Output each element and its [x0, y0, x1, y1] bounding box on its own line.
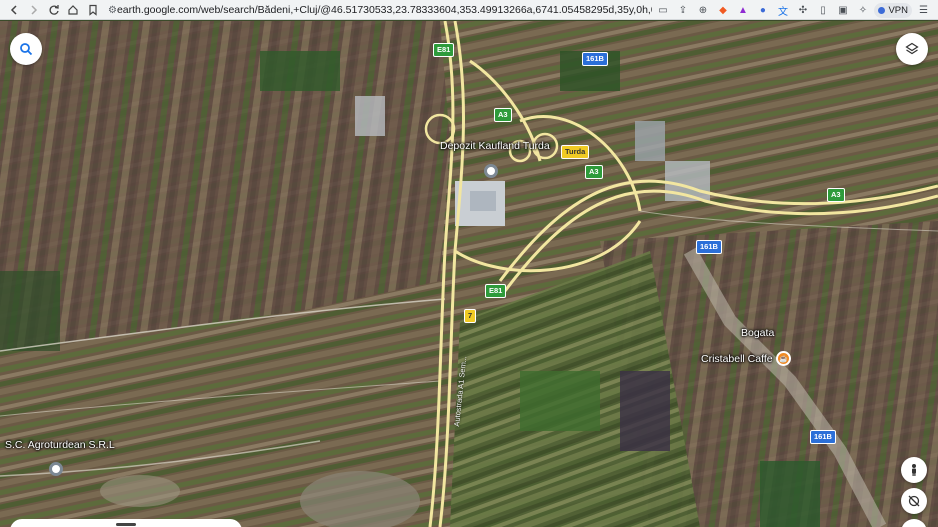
sidebar-icon[interactable]: ▯ [814, 2, 831, 19]
back-icon[interactable] [4, 0, 24, 20]
leo-icon[interactable]: ✧ [854, 2, 871, 19]
url-text: earth.google.com/web/search/Bădeni,+Cluj… [116, 4, 652, 16]
satellite-imagery [0, 21, 938, 527]
place-label-agroturdean[interactable]: S.C. Agroturdean S.R.L [5, 439, 115, 451]
drag-handle[interactable] [116, 523, 136, 526]
satellite-map[interactable]: E81 161B A3 Turda A3 A3 161B E81 7 161B … [0, 21, 938, 527]
extension-icon-1[interactable]: ● [754, 2, 771, 19]
bottom-panel[interactable] [10, 519, 242, 527]
home-icon[interactable] [63, 0, 83, 20]
brave-shield-icon[interactable]: ◆ [714, 2, 731, 19]
place-label-bogata[interactable]: Bogata [741, 327, 774, 339]
address-bar[interactable]: ⚙ earth.google.com/web/search/Bădeni,+Cl… [108, 1, 652, 19]
road-shield-7: 7 [464, 309, 477, 323]
cast-icon[interactable]: ▭ [654, 2, 671, 19]
extensions-icon[interactable]: ✣ [794, 2, 811, 19]
road-shield-161b: 161B [696, 240, 722, 254]
vpn-status-icon [878, 6, 886, 14]
wallet-icon[interactable]: ▣ [834, 2, 851, 19]
bookmark-icon[interactable] [83, 0, 103, 20]
road-shield-161b: 161B [810, 430, 836, 444]
brave-rewards-icon[interactable]: ▲ [734, 2, 751, 19]
location-pin-icon[interactable] [484, 164, 498, 178]
layers-icon [905, 42, 919, 55]
street-view-button[interactable] [901, 457, 927, 483]
location-pin-icon[interactable] [49, 462, 63, 476]
search-icon [20, 43, 33, 56]
vpn-button[interactable]: VPN [874, 2, 912, 18]
layers-button[interactable] [896, 33, 928, 65]
site-settings-icon[interactable]: ⚙ [108, 5, 117, 16]
road-shield-e81: E81 [433, 43, 455, 57]
translate-icon[interactable]: 文 [774, 2, 791, 19]
menu-icon[interactable]: ☰ [915, 2, 932, 19]
road-shield-e81: E81 [485, 284, 507, 298]
forward-icon[interactable] [24, 0, 44, 20]
vpn-label: VPN [888, 4, 908, 16]
browser-toolbar: ⚙ earth.google.com/web/search/Bădeni,+Cl… [0, 0, 938, 20]
cafe-pin-icon[interactable]: ☕ [776, 351, 791, 366]
reset-view-button[interactable] [901, 488, 927, 514]
pegman-icon [912, 464, 916, 476]
place-label-depozit[interactable]: Depozit Kaufland Turda [440, 140, 550, 152]
reload-icon[interactable] [44, 0, 64, 20]
road-shield-a3: A3 [585, 165, 603, 179]
place-label-cristabell[interactable]: Cristabell Caffe [701, 353, 773, 365]
search-button[interactable] [10, 33, 42, 65]
road-shield-turda: Turda [561, 145, 590, 159]
share-icon[interactable]: ⇪ [674, 2, 691, 19]
road-shield-a3: A3 [494, 108, 512, 122]
zoom-icon[interactable]: ⊕ [694, 2, 711, 19]
compass-reset-icon [908, 495, 920, 507]
road-shield-a3: A3 [827, 188, 845, 202]
road-shield-161b: 161B [582, 52, 608, 66]
